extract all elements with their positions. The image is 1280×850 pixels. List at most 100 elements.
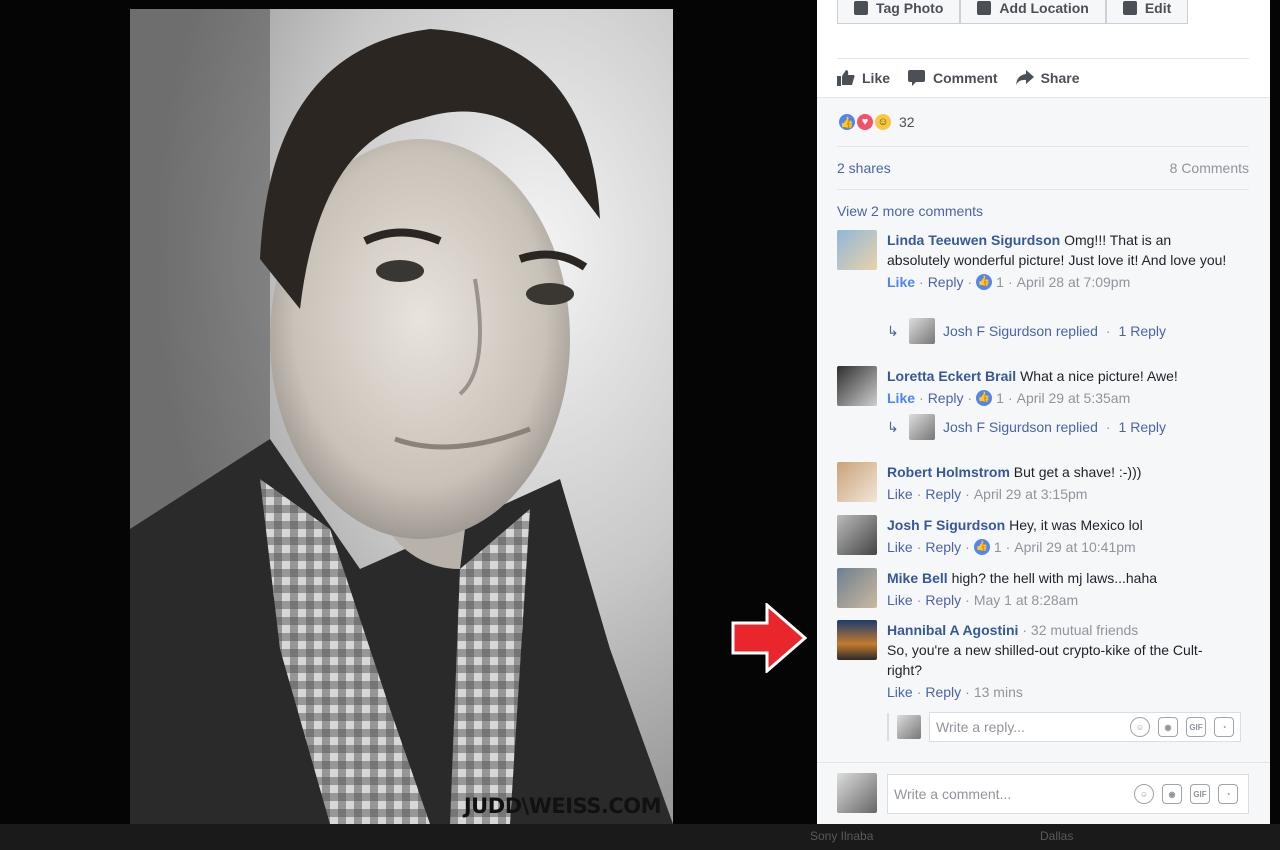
sticker-icon[interactable]: ◔: [1214, 717, 1234, 737]
comment-reply-link[interactable]: Reply: [928, 388, 964, 408]
love-reaction-icon: ♥: [855, 112, 875, 132]
reply-arrow-icon: ↳: [887, 418, 899, 435]
portrait-photo[interactable]: JUDD\WEISS.COM: [130, 9, 673, 824]
replies-count: 1 Reply: [1118, 323, 1167, 339]
comment-reply-link[interactable]: Reply: [925, 682, 961, 702]
comment-like-link[interactable]: Like: [887, 682, 913, 702]
separator: ·: [1022, 622, 1031, 638]
comment-reply-link[interactable]: Reply: [925, 590, 961, 610]
comment-author[interactable]: Josh F Sigurdson: [887, 517, 1005, 533]
mutual-friends[interactable]: 32 mutual friends: [1031, 622, 1138, 638]
location-icon: [977, 1, 992, 15]
comment-text: So, you're a new shilled-out crypto-kike…: [887, 642, 1203, 678]
replies-summary[interactable]: ↳ Josh F Sigurdson replied · 1 Reply: [887, 414, 1166, 440]
comments-count[interactable]: 8 Comments: [1170, 160, 1249, 176]
photo-watermark: JUDD\WEISS.COM: [463, 794, 662, 818]
comment-timestamp[interactable]: May 1 at 8:28am: [974, 590, 1078, 610]
chat-tab-label[interactable]: Dallas: [1040, 829, 1073, 843]
comment-timestamp[interactable]: April 29 at 3:15pm: [974, 484, 1088, 504]
sticker-icon[interactable]: ◔: [1218, 784, 1238, 804]
tag-photo-button[interactable]: Tag Photo: [837, 0, 961, 24]
edit-button[interactable]: Edit: [1105, 0, 1189, 24]
comment-reply-link[interactable]: Reply: [928, 272, 964, 292]
replies-count: 1 Reply: [1118, 419, 1167, 435]
comment-timestamp[interactable]: 13 mins: [974, 682, 1023, 702]
tag-icon: [854, 1, 868, 15]
comment-author[interactable]: Mike Bell: [887, 570, 948, 586]
shares-link[interactable]: 2 shares: [837, 160, 891, 176]
comment-body: Linda Teeuwen Sigurdson Omg!!! That is a…: [887, 230, 1232, 292]
comment-body: Loretta Eckert Brail What a nice picture…: [887, 366, 1232, 408]
avatar[interactable]: [837, 462, 877, 502]
like-count-icon: 👍: [976, 274, 993, 290]
comment-like-link[interactable]: Like: [887, 590, 913, 610]
separator: ·: [1105, 323, 1111, 339]
comment-timestamp[interactable]: April 28 at 7:09pm: [1017, 272, 1131, 292]
comment-text: Hey, it was Mexico lol: [1009, 517, 1143, 533]
comment-author[interactable]: Robert Holmstrom: [887, 464, 1010, 480]
share-button[interactable]: Share: [1015, 69, 1080, 86]
replies-summary[interactable]: ↳ Josh F Sigurdson replied · 1 Reply: [887, 318, 1166, 344]
avatar[interactable]: [837, 620, 877, 660]
chat-tab-label[interactable]: Sony Ilnaba: [810, 829, 873, 843]
avatar: [909, 318, 935, 344]
share-label: Share: [1040, 69, 1080, 86]
photo-sidebar: Tag Photo Add Location Edit Like Comment: [817, 0, 1270, 824]
comment-meta: Like · Reply · 👍 1 · April 29 at 5:35am: [887, 388, 1131, 408]
comment-label: Comment: [933, 69, 998, 86]
gif-icon[interactable]: GIF: [1186, 717, 1206, 737]
comment-meta: Like · Reply · 👍 1 · April 29 at 10:41pm: [887, 537, 1136, 557]
ufi-section: 👍 ♥ ☺ 32 2 shares 8 Comments View 2 more…: [817, 97, 1270, 824]
reply-arrow-icon: ↳: [887, 322, 899, 339]
speech-bubble-icon: [908, 69, 926, 86]
avatar[interactable]: [837, 366, 877, 406]
comment-input[interactable]: Write a comment... ☺ ◉ GIF ◔: [887, 774, 1249, 814]
emoji-icon[interactable]: ☺: [1134, 784, 1154, 804]
avatar: [897, 715, 921, 739]
red-arrow-annotation: [731, 603, 807, 673]
comment-text: But get a shave! :-))): [1013, 464, 1142, 480]
comment-author[interactable]: Hannibal A Agostini: [887, 622, 1018, 638]
gif-icon[interactable]: GIF: [1190, 784, 1210, 804]
emoji-icon[interactable]: ☺: [1130, 717, 1150, 737]
camera-icon[interactable]: ◉: [1162, 784, 1182, 804]
comment-like-link[interactable]: Like: [887, 537, 913, 557]
photo-viewer: JUDD\WEISS.COM Tag Photo Add Location Ed…: [0, 0, 1280, 850]
comment-like-count[interactable]: 1: [996, 272, 1004, 292]
camera-icon[interactable]: ◉: [1158, 717, 1178, 737]
reply-input[interactable]: Write a reply... ☺ ◉ GIF ◔: [929, 712, 1241, 742]
avatar[interactable]: [837, 515, 877, 555]
comment-text: What a nice picture! Awe!: [1020, 368, 1178, 384]
tag-photo-label: Tag Photo: [876, 0, 944, 16]
edit-label: Edit: [1144, 0, 1172, 16]
comment-placeholder: Write a comment...: [894, 786, 1012, 802]
comment-like-link[interactable]: Like: [887, 388, 915, 408]
comment-like-count[interactable]: 1: [994, 537, 1002, 557]
comment-author[interactable]: Loretta Eckert Brail: [887, 368, 1016, 384]
comment-button[interactable]: Comment: [908, 69, 998, 86]
like-label: Like: [862, 69, 891, 86]
comment-reply-link[interactable]: Reply: [925, 537, 961, 557]
comment-like-link[interactable]: Like: [887, 272, 915, 292]
view-more-comments-link[interactable]: View 2 more comments: [837, 203, 983, 219]
reactions-summary[interactable]: 👍 ♥ ☺ 32: [837, 112, 915, 132]
add-location-button[interactable]: Add Location: [960, 0, 1106, 24]
comment-timestamp[interactable]: April 29 at 5:35am: [1017, 388, 1131, 408]
like-count-icon: 👍: [973, 539, 990, 555]
avatar[interactable]: [837, 230, 877, 270]
like-button[interactable]: Like: [837, 69, 891, 86]
comment-text: high? the hell with mj laws...haha: [951, 570, 1158, 586]
reply-placeholder: Write a reply...: [936, 719, 1025, 735]
comment-author[interactable]: Linda Teeuwen Sigurdson: [887, 232, 1060, 248]
comment-reply-link[interactable]: Reply: [925, 484, 961, 504]
comment-timestamp[interactable]: April 29 at 10:41pm: [1014, 537, 1135, 557]
comment-like-link[interactable]: Like: [887, 484, 913, 504]
avatar[interactable]: [837, 568, 877, 608]
separator: ·: [1105, 419, 1111, 435]
post-actions: Like Comment Share: [837, 58, 1249, 96]
comment-like-count[interactable]: 1: [996, 388, 1004, 408]
comment-meta: Like · Reply · 👍 1 · April 28 at 7:09pm: [887, 272, 1131, 292]
haha-reaction-icon: ☺: [873, 112, 893, 132]
comment-body: Robert Holmstrom But get a shave! :-))) …: [887, 462, 1232, 504]
comment-tools: ☺ ◉ GIF ◔: [1134, 784, 1238, 804]
